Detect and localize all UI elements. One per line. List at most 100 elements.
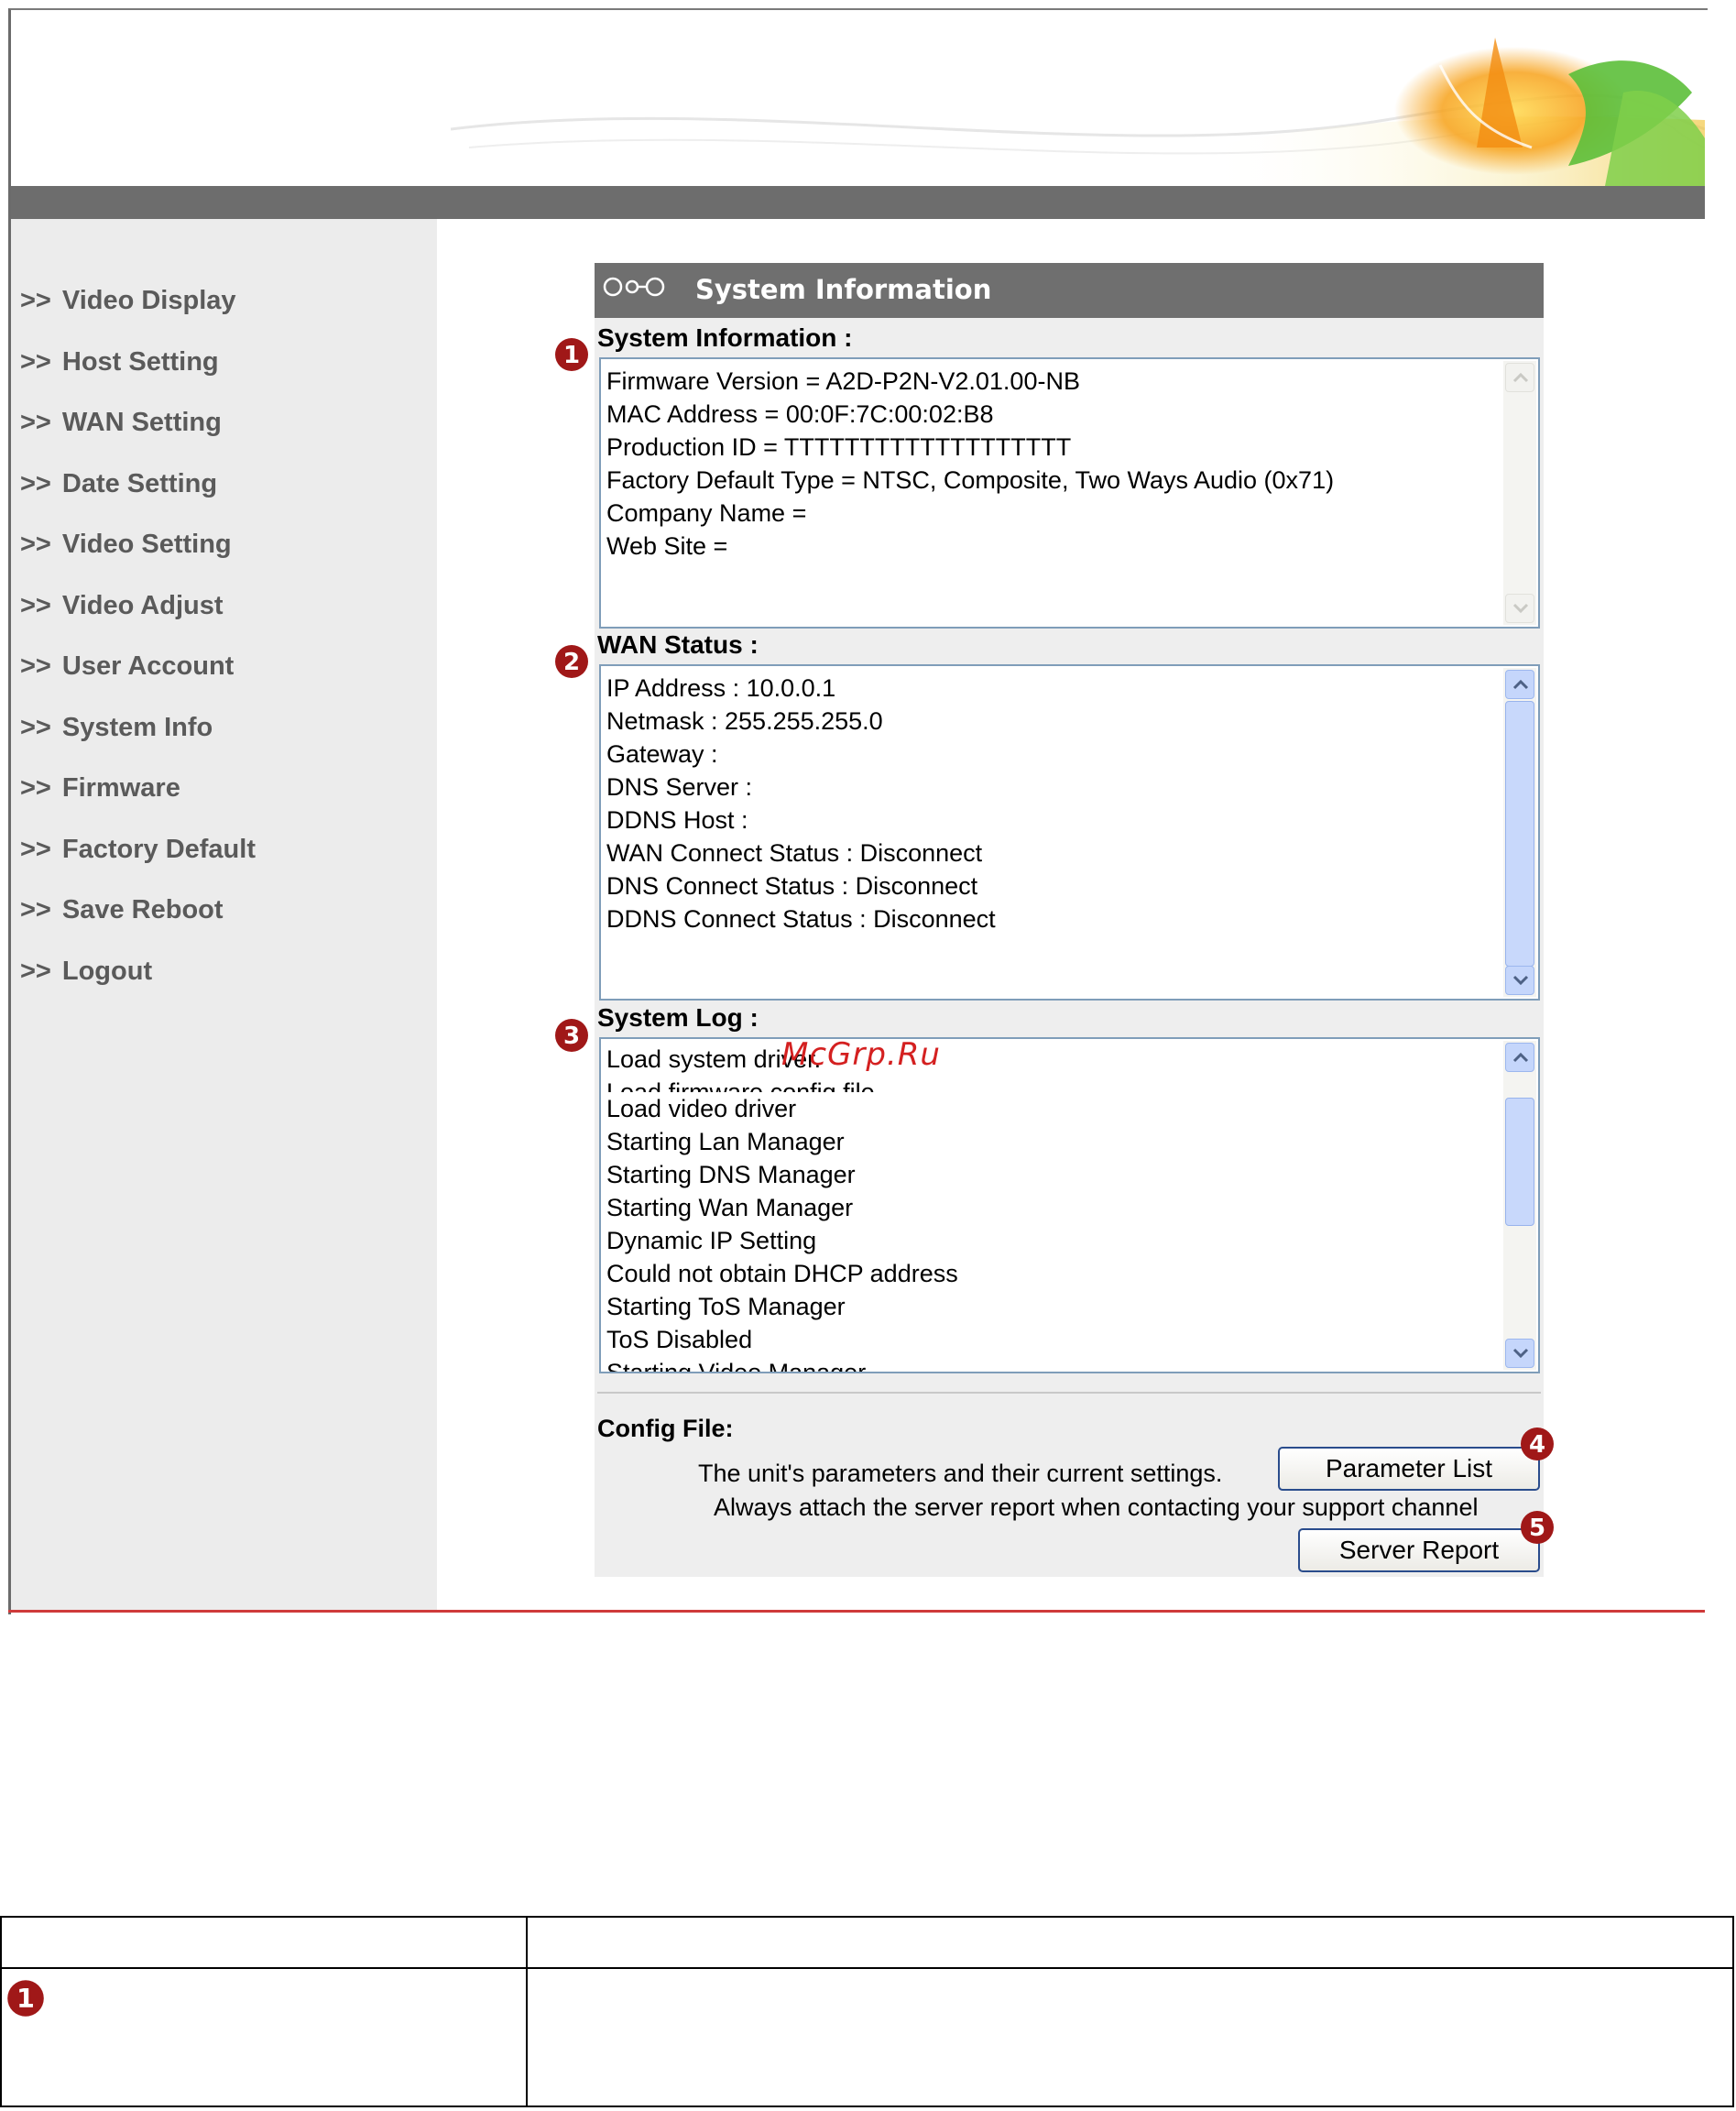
log-line: Could not obtain DHCP address [606,1260,958,1287]
scroll-thumb[interactable] [1505,701,1534,967]
log-line: Starting ToS Manager [606,1293,846,1320]
sidebar: >> Video Display >> Host Setting >> WAN Set… [11,219,437,1610]
menu-arrows: >> [20,530,51,559]
sidebar-item-save-reboot[interactable]: >> Save Reboot [20,895,224,932]
menu-arrows: >> [20,713,51,742]
number-badge-icon: 5 [1521,1511,1554,1544]
sidebar-item-host-setting[interactable]: >> Host Setting [20,347,219,384]
wan-line: Gateway : [606,740,718,768]
scroll-up-button[interactable] [1505,1043,1534,1072]
table-header-cell [0,1916,528,1969]
scroll-up-button[interactable] [1505,670,1534,699]
system-information-lines: Firmware Version = A2D-P2N-V2.01.00-NB M… [606,365,1494,563]
table-cell [526,1967,1734,2107]
wan-status-label: WAN Status : [597,630,759,659]
callout-number: 1 [16,1983,35,2014]
sidebar-item-system-info[interactable]: >> System Info [20,713,213,749]
scrollbar-disabled [1503,361,1536,625]
wan-line: DNS Connect Status : Disconnect [606,872,978,900]
sidebar-item-factory-default[interactable]: >> Factory Default [20,835,256,871]
scroll-down-button [1505,594,1534,623]
vertical-scrollbar[interactable] [1503,668,1536,997]
wan-line: DDNS Host : [606,806,748,834]
menu-arrows: >> [20,347,51,377]
chevron-up-icon [1512,1052,1529,1063]
description-table: 1 [0,1916,1734,2107]
sidebar-item-video-display[interactable]: >> Video Display [20,286,236,323]
server-report-button[interactable]: Server Report [1298,1528,1540,1572]
menu-arrows: >> [20,591,51,620]
sidebar-item-label: User Account [61,651,235,681]
menu-arrows: >> [20,286,51,315]
callout-number: 2 [563,649,580,676]
callout-4: 4 [1519,1426,1556,1462]
info-line: Web Site = [606,532,728,560]
table-row: 1 [0,1967,1734,2107]
log-line: Load video driver [606,1095,797,1122]
log-line: Starting Video Manager [606,1359,867,1373]
number-badge-icon: 1 [7,1980,44,2017]
scroll-down-button[interactable] [1505,1339,1534,1368]
scroll-thumb[interactable] [1505,1098,1534,1226]
config-file-label: Config File: [597,1415,734,1442]
parameters-note: The unit's parameters and their current … [698,1460,1223,1487]
sidebar-item-label: Date Setting [61,469,218,498]
sidebar-item-label: Video Setting [61,530,232,559]
panel-title: System Information [695,274,992,305]
sidebar-item-label: Logout [61,957,153,986]
vertical-scrollbar[interactable] [1503,1041,1536,1370]
callout-5: 5 [1519,1509,1556,1546]
chevron-down-icon [1512,975,1529,986]
sidebar-item-date-setting[interactable]: >> Date Setting [20,469,217,506]
panel-header: System Information [595,263,1544,318]
sidebar-item-wan-setting[interactable]: >> WAN Setting [20,408,222,444]
callout-number: 1 [563,342,580,369]
link-rings-icon [603,277,665,297]
sidebar-item-label: System Info [61,713,213,742]
system-log-textarea[interactable]: Load system driver. Load firmware config… [599,1037,1540,1373]
log-line: Starting DNS Manager [606,1161,856,1188]
log-line: Starting Lan Manager [606,1128,845,1155]
chevron-up-icon [1512,679,1529,690]
wan-status-lines: IP Address : 10.0.0.1 Netmask : 255.255.… [606,672,1494,935]
callout-2: 2 [553,643,590,680]
menu-arrows: >> [20,408,51,437]
system-info-panel: System Information System Information : … [595,263,1544,1577]
banner-graphic [450,38,1705,186]
callout-1: 1 [553,336,590,373]
system-information-textarea[interactable]: Firmware Version = A2D-P2N-V2.01.00-NB M… [599,357,1540,629]
info-line: Company Name = [606,499,807,527]
banner [11,10,1705,186]
sidebar-item-video-adjust[interactable]: >> Video Adjust [20,591,224,628]
system-information-label: System Information : [597,323,853,352]
table-cell: 1 [0,1967,528,2107]
callout-number: 5 [1529,1515,1545,1542]
menu-arrows: >> [20,469,51,498]
chevron-down-icon [1512,603,1529,614]
wan-line: DNS Server : [606,773,753,801]
info-line: Firmware Version = A2D-P2N-V2.01.00-NB [606,367,1080,395]
info-line: Production ID = TTTTTTTTTTTTTTTTTTT [606,433,1072,461]
wan-line: IP Address : 10.0.0.1 [606,674,836,702]
menu-arrows: >> [20,773,51,803]
sidebar-item-label: Save Reboot [61,895,224,924]
sidebar-item-user-account[interactable]: >> User Account [20,651,234,688]
log-line: Starting Wan Manager [606,1194,854,1221]
sidebar-item-logout[interactable]: >> Logout [20,957,152,993]
log-line: ToS Disabled [606,1326,753,1353]
system-log-label: System Log : [597,1003,759,1032]
wan-status-textarea[interactable]: IP Address : 10.0.0.1 Netmask : 255.255.… [599,664,1540,1001]
scroll-down-button[interactable] [1505,966,1534,995]
sidebar-item-firmware[interactable]: >> Firmware [20,773,180,810]
log-line: Load system driver. [606,1045,822,1073]
menu-arrows: >> [20,835,51,864]
wan-line: Netmask : 255.255.255.0 [606,707,883,735]
parameter-list-button[interactable]: Parameter List [1278,1447,1540,1491]
callout-3: 3 [553,1017,590,1054]
log-line: Load firmware config file [606,1078,875,1092]
section-divider [597,1392,1541,1394]
sidebar-item-video-setting[interactable]: >> Video Setting [20,530,232,566]
sidebar-item-label: Video Adjust [61,591,224,620]
sidebar-item-label: WAN Setting [61,408,222,437]
menu-arrows: >> [20,651,51,681]
